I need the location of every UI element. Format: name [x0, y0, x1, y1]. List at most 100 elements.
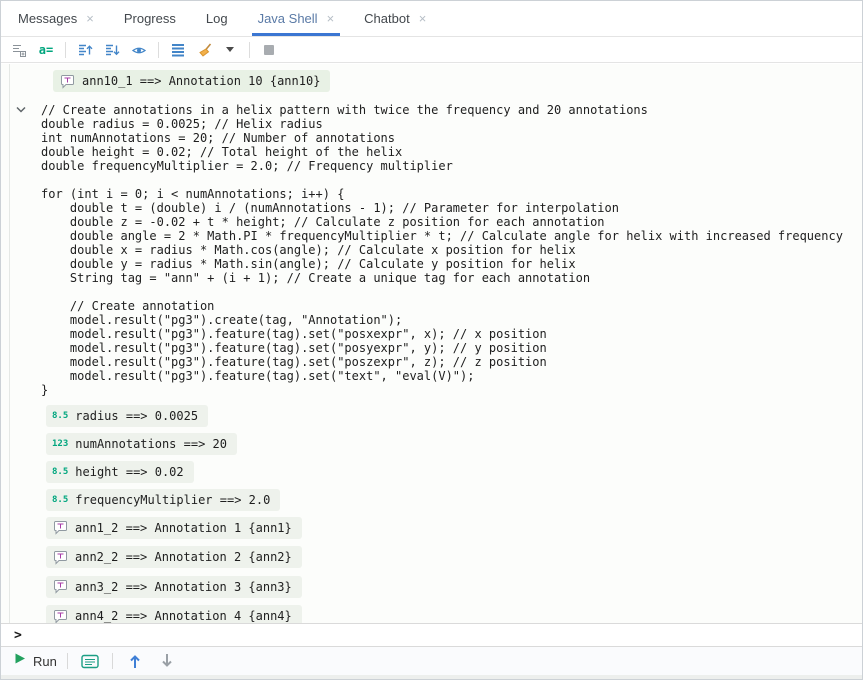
tab-label: Messages — [18, 11, 77, 26]
tab-label: Progress — [124, 11, 176, 26]
code-line: model.result("pg3").feature(tag).set("po… — [41, 355, 862, 369]
result-chip: 8.5 height ==> 0.02 — [46, 461, 194, 483]
output-entry: 8.5 height ==> 0.02 — [46, 461, 862, 483]
chip-text: ann2_2 ==> Annotation 2 {ann2} — [75, 550, 292, 564]
output-entry: ann1_2 ==> Annotation 1 {ann1} — [46, 517, 862, 541]
output-entry: ann2_2 ==> Annotation 2 {ann2} — [46, 546, 862, 570]
code-line: model.result("pg3").feature(tag).set("po… — [41, 341, 862, 355]
bottom-toolbar: Run — [1, 646, 862, 675]
shell-toolbar: a= — [1, 38, 862, 63]
close-icon[interactable]: × — [419, 12, 427, 25]
code-line: } — [41, 383, 862, 397]
code-line: double angle = 2 * Math.PI * frequencyMu… — [41, 229, 862, 243]
tab-messages[interactable]: Messages × — [3, 1, 109, 36]
close-icon[interactable]: × — [327, 12, 335, 25]
tab-label: Java Shell — [258, 11, 318, 26]
stop-icon[interactable] — [258, 40, 280, 60]
output-entry: 8.5 radius ==> 0.0025 — [46, 405, 862, 427]
toolbar-separator — [249, 42, 250, 58]
dropdown-caret-icon[interactable] — [219, 40, 241, 60]
play-icon — [14, 652, 26, 670]
code-line: double z = -0.02 + t * height; // Calcul… — [41, 215, 862, 229]
toolbar-separator — [67, 653, 68, 669]
int-type-icon: 123 — [52, 439, 68, 449]
tab-chatbot[interactable]: Chatbot × — [349, 1, 441, 36]
code-line: double y = radius * Math.sin(angle); // … — [41, 257, 862, 271]
code-line: int numAnnotations = 20; // Number of an… — [41, 131, 862, 145]
collapse-chevron-icon[interactable] — [14, 103, 28, 117]
lines-icon[interactable] — [167, 40, 189, 60]
chip-text: ann3_2 ==> Annotation 3 {ann3} — [75, 580, 292, 594]
chip-text: radius ==> 0.0025 — [75, 409, 198, 423]
toolbar-separator — [65, 42, 66, 58]
result-chip: 8.5 radius ==> 0.0025 — [46, 405, 208, 427]
shell-output-area: ann10_1 ==> Annotation 10 {ann10} // Cre… — [1, 64, 862, 623]
code-line — [41, 285, 862, 299]
output-entry: ann4_2 ==> Annotation 4 {ann4} — [46, 605, 862, 623]
tab-progress[interactable]: Progress — [109, 1, 191, 36]
java-shell-panel: Messages × Progress Log Java Shell × Cha… — [0, 0, 863, 680]
previous-command-icon[interactable] — [123, 650, 147, 672]
annotation-icon — [52, 579, 68, 594]
code-block: // Create annotations in a helix pattern… — [41, 103, 862, 397]
tab-label: Chatbot — [364, 11, 410, 26]
result-chip: ann2_2 ==> Annotation 2 {ann2} — [46, 546, 302, 568]
code-line: double x = radius * Math.cos(angle); // … — [41, 243, 862, 257]
code-line: // Create annotation — [41, 299, 862, 313]
code-line: for (int i = 0; i < numAnnotations; i++)… — [41, 187, 862, 201]
toolbar-separator — [112, 653, 113, 669]
insert-lines-icon[interactable] — [8, 40, 30, 60]
run-button-label: Run — [33, 654, 57, 669]
chip-text: numAnnotations ==> 20 — [75, 437, 227, 451]
result-chip: ann10_1 ==> Annotation 10 {ann10} — [53, 70, 330, 92]
double-type-icon: 8.5 — [52, 467, 68, 477]
code-line: model.result("pg3").feature(tag).set("po… — [41, 327, 862, 341]
chip-text: ann4_2 ==> Annotation 4 {ann4} — [75, 609, 292, 623]
output-entry: 123 numAnnotations ==> 20 — [46, 433, 862, 455]
variables-icon[interactable]: a= — [35, 40, 57, 60]
code-line: double height = 0.02; // Total height of… — [41, 145, 862, 159]
annotation-icon — [52, 520, 68, 535]
code-line: String tag = "ann" + (i + 1); // Create … — [41, 271, 862, 285]
chip-text: ann1_2 ==> Annotation 1 {ann1} — [75, 521, 292, 535]
code-line: double frequencyMultiplier = 2.0; // Fre… — [41, 159, 862, 173]
double-type-icon: 8.5 — [52, 411, 68, 421]
chip-text: frequencyMultiplier ==> 2.0 — [75, 493, 270, 507]
tab-bar: Messages × Progress Log Java Shell × Cha… — [1, 1, 862, 37]
scroll-to-bottom-icon[interactable] — [101, 40, 123, 60]
result-chip-list: 8.5 radius ==> 0.0025 123 numAnnotations… — [46, 405, 862, 624]
code-line: double t = (double) i / (numAnnotations … — [41, 201, 862, 215]
toolbar-separator — [158, 42, 159, 58]
tab-log[interactable]: Log — [191, 1, 243, 36]
double-type-icon: 8.5 — [52, 495, 68, 505]
result-chip: ann1_2 ==> Annotation 1 {ann1} — [46, 517, 302, 539]
close-icon[interactable]: × — [86, 12, 94, 25]
command-input-row[interactable]: > — [1, 623, 862, 646]
code-line: double radius = 0.0025; // Helix radius — [41, 117, 862, 131]
clear-icon[interactable] — [194, 40, 216, 60]
result-chip: 123 numAnnotations ==> 20 — [46, 433, 237, 455]
annotation-icon — [52, 550, 68, 565]
annotation-icon — [59, 74, 75, 89]
next-command-icon[interactable] — [155, 650, 179, 672]
chip-text: ann10_1 ==> Annotation 10 {ann10} — [82, 74, 320, 88]
output-entry: 8.5 frequencyMultiplier ==> 2.0 — [46, 489, 862, 511]
tab-java-shell[interactable]: Java Shell × — [243, 1, 350, 36]
annotation-icon — [52, 609, 68, 624]
result-chip: ann4_2 ==> Annotation 4 {ann4} — [46, 605, 302, 623]
code-line: // Create annotations in a helix pattern… — [41, 103, 862, 117]
code-line: model.result("pg3").feature(tag).set("te… — [41, 369, 862, 383]
run-button[interactable]: Run — [14, 652, 57, 670]
code-line — [41, 173, 862, 187]
chip-text: height ==> 0.02 — [75, 465, 183, 479]
output-entry: ann3_2 ==> Annotation 3 {ann3} — [46, 576, 862, 600]
result-chip: 8.5 frequencyMultiplier ==> 2.0 — [46, 489, 280, 511]
output-entry: ann10_1 ==> Annotation 10 {ann10} — [53, 70, 862, 94]
console-icon[interactable] — [78, 650, 102, 672]
tab-label: Log — [206, 11, 228, 26]
gutter-line — [9, 64, 10, 623]
eye-icon[interactable] — [128, 40, 150, 60]
window-bottom-edge — [1, 675, 862, 679]
code-line: model.result("pg3").create(tag, "Annotat… — [41, 313, 862, 327]
scroll-to-top-icon[interactable] — [74, 40, 96, 60]
